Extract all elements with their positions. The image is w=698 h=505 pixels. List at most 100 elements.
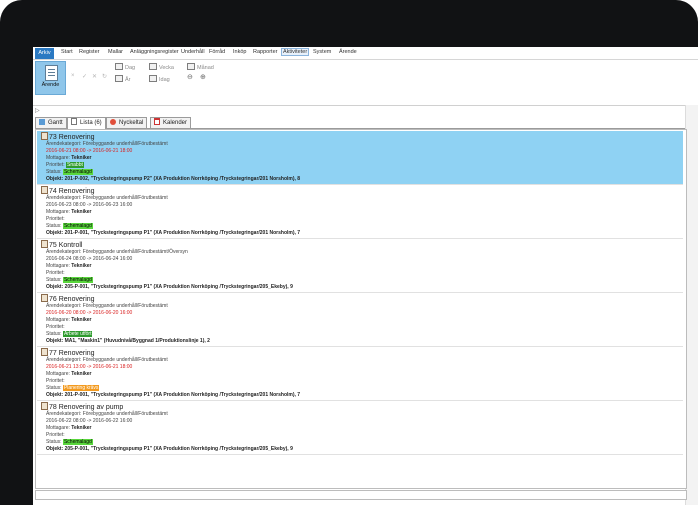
calendar-icon bbox=[154, 118, 160, 125]
card-datum: 2016-06-24 08:00 -> 2016-06-24 16:00 bbox=[46, 256, 133, 262]
status-badge: Planering krävs bbox=[62, 385, 100, 391]
card-datum: 2016-06-23 08:00 -> 2016-06-23 16:00 bbox=[46, 202, 133, 208]
list-item[interactable]: 73 Renovering Ärendekategori: Förebyggan… bbox=[37, 131, 683, 185]
menu-aktiviteter[interactable]: Aktiviteter bbox=[281, 48, 310, 56]
card-kategori: Ärendekategori: Förebyggande underhåll/F… bbox=[46, 411, 168, 417]
card-title: 75 Kontroll bbox=[41, 240, 82, 249]
zoom-in-icon[interactable]: ⊕ bbox=[200, 73, 206, 81]
status-badge: Schemalagd bbox=[62, 223, 93, 229]
status-bar bbox=[35, 490, 687, 500]
card-mottagare: Mottagare: Tekniker bbox=[46, 155, 92, 161]
card-objekt: Objekt: MA1, "Maskin1" (Huvudnivå/Byggna… bbox=[46, 338, 210, 344]
view-dag-button[interactable]: Dag bbox=[115, 63, 135, 71]
menu-rapporter[interactable]: Rapporter bbox=[253, 49, 277, 55]
menu-forrad[interactable]: Förråd bbox=[209, 49, 225, 55]
check-icon[interactable]: ✓ bbox=[82, 73, 87, 80]
menu-inkop[interactable]: Inköp bbox=[233, 49, 246, 55]
list-item[interactable]: 74 Renovering Ärendekategori: Förebyggan… bbox=[37, 185, 683, 239]
card-objekt: Objekt: 201-P-002, "Tryckstegringspump P… bbox=[46, 176, 301, 182]
tab-lista[interactable]: Lista (6) bbox=[67, 117, 106, 129]
new-arende-label: Ärende bbox=[41, 82, 60, 88]
tab-kalender[interactable]: Kalender bbox=[150, 117, 192, 128]
calendar-month-icon bbox=[187, 63, 195, 70]
list-icon bbox=[71, 118, 77, 125]
card-objekt: Objekt: 201-P-001, "Tryckstegringspump P… bbox=[46, 392, 301, 398]
work-order-icon bbox=[41, 402, 48, 410]
card-title: 74 Renovering bbox=[41, 186, 95, 195]
card-prioritet: Prioritet: bbox=[46, 270, 65, 276]
card-kategori: Ärendekategori: Förebyggande underhåll/F… bbox=[46, 303, 168, 309]
menu-start[interactable]: Start bbox=[61, 49, 73, 55]
menu-underhall[interactable]: Underhåll bbox=[181, 49, 205, 55]
list-item[interactable]: 75 Kontroll Ärendekategori: Förebyggande… bbox=[37, 239, 683, 293]
card-prioritet: Prioritet: bbox=[46, 432, 65, 438]
card-objekt: Objekt: 201-P-001, "Tryckstegringspump P… bbox=[46, 230, 301, 236]
work-order-icon bbox=[41, 186, 48, 194]
card-kategori: Ärendekategori: Förebyggande underhåll/F… bbox=[46, 195, 168, 201]
card-status: Status: Schemalagd bbox=[46, 169, 93, 175]
calendar-week-icon bbox=[149, 63, 157, 70]
list-item[interactable]: 78 Renovering av pump Ärendekategori: Fö… bbox=[37, 401, 683, 455]
card-prioritet: Prioritet: bbox=[46, 378, 65, 384]
refresh-icon[interactable]: ↻ bbox=[102, 73, 107, 80]
card-kategori: Ärendekategori: Förebyggande underhåll/F… bbox=[46, 141, 168, 147]
card-datum: 2016-06-21 08:00 -> 2016-06-21 18:00 bbox=[46, 148, 133, 154]
card-kategori: Ärendekategori: Förebyggande underhåll/F… bbox=[46, 249, 188, 255]
menu-register[interactable]: Register bbox=[79, 49, 99, 55]
card-objekt: Objekt: 205-P-001, "Tryckstegringspump P… bbox=[46, 284, 293, 290]
menu-system[interactable]: System bbox=[313, 49, 331, 55]
card-title: 73 Renovering bbox=[41, 132, 95, 141]
view-manad-button[interactable]: Månad bbox=[187, 63, 214, 71]
view-vecka-button[interactable]: Vecka bbox=[149, 63, 174, 71]
delete-icon[interactable]: × bbox=[71, 73, 75, 79]
view-tabs: Gantt Lista (6) Nyckeltal Kalender bbox=[35, 117, 685, 129]
card-datum: 2016-06-20 08:00 -> 2016-06-20 16:00 bbox=[46, 310, 133, 316]
card-objekt: Objekt: 205-P-001, "Tryckstegringspump P… bbox=[46, 446, 293, 452]
menu-mallar[interactable]: Mallar bbox=[108, 49, 123, 55]
card-prioritet: Prioritet: bbox=[46, 216, 65, 222]
work-order-icon bbox=[41, 348, 48, 356]
card-prioritet: Prioritet: bbox=[46, 324, 65, 330]
zoom-out-icon[interactable]: ⊖ bbox=[187, 73, 193, 81]
menu-anlaggningsregister[interactable]: Anläggningsregister bbox=[130, 49, 179, 55]
application-window: Arkiv Start Register Mallar Anläggningsr… bbox=[33, 47, 698, 505]
work-order-icon bbox=[41, 294, 48, 302]
tab-gantt[interactable]: Gantt bbox=[35, 117, 67, 128]
work-order-icon bbox=[41, 240, 48, 248]
card-title: 76 Renovering bbox=[41, 294, 95, 303]
card-datum: 2016-06-22 08:00 -> 2016-06-22 16:00 bbox=[46, 418, 133, 424]
card-kategori: Ärendekategori: Förebyggande underhåll/F… bbox=[46, 357, 168, 363]
view-ar-button[interactable]: År bbox=[115, 75, 131, 83]
tab-nyckeltal[interactable]: Nyckeltal bbox=[106, 117, 148, 128]
work-order-icon bbox=[41, 132, 48, 140]
card-status: Status: Arbete utfört bbox=[46, 331, 93, 337]
new-arende-button[interactable]: Ärende bbox=[35, 61, 66, 95]
menu-arkiv[interactable]: Arkiv bbox=[35, 48, 54, 59]
calendar-year-icon bbox=[115, 75, 123, 82]
cancel-icon[interactable]: ✕ bbox=[92, 73, 97, 80]
card-status: Status: Schemalagd bbox=[46, 277, 93, 283]
menu-bar: Arkiv Start Register Mallar Anläggningsr… bbox=[33, 47, 698, 60]
status-badge: Schemalagd bbox=[62, 277, 93, 283]
ribbon-toolbar: Ärende × ✓ ✕ ↻ Dag År Vecka Idag Månad ⊖… bbox=[33, 60, 698, 106]
view-idag-button[interactable]: Idag bbox=[149, 75, 170, 83]
list-item[interactable]: 77 Renovering Ärendekategori: Förebyggan… bbox=[37, 347, 683, 401]
calendar-day-icon bbox=[115, 63, 123, 70]
list-item[interactable]: 76 Renovering Ärendekategori: Förebyggan… bbox=[37, 293, 683, 347]
card-prioritet: Prioritet: Snabbt bbox=[46, 162, 84, 168]
menu-arende[interactable]: Ärende bbox=[339, 49, 357, 55]
priority-badge: Snabbt bbox=[66, 162, 84, 168]
card-mottagare: Mottagare: Tekniker bbox=[46, 263, 92, 269]
status-badge: Schemalagd bbox=[62, 169, 93, 175]
card-status: Status: Schemalagd bbox=[46, 439, 93, 445]
status-badge: Arbete utfört bbox=[62, 331, 93, 337]
card-mottagare: Mottagare: Tekniker bbox=[46, 209, 92, 215]
arende-list: 73 Renovering Ärendekategori: Förebyggan… bbox=[35, 129, 687, 489]
filter-toggle-icon[interactable]: ▷ bbox=[35, 107, 40, 114]
card-mottagare: Mottagare: Tekniker bbox=[46, 317, 92, 323]
card-title: 77 Renovering bbox=[41, 348, 95, 357]
gantt-icon bbox=[39, 119, 45, 125]
calendar-today-icon bbox=[149, 75, 157, 82]
card-status: Status: Schemalagd bbox=[46, 223, 93, 229]
card-mottagare: Mottagare: Tekniker bbox=[46, 371, 92, 377]
